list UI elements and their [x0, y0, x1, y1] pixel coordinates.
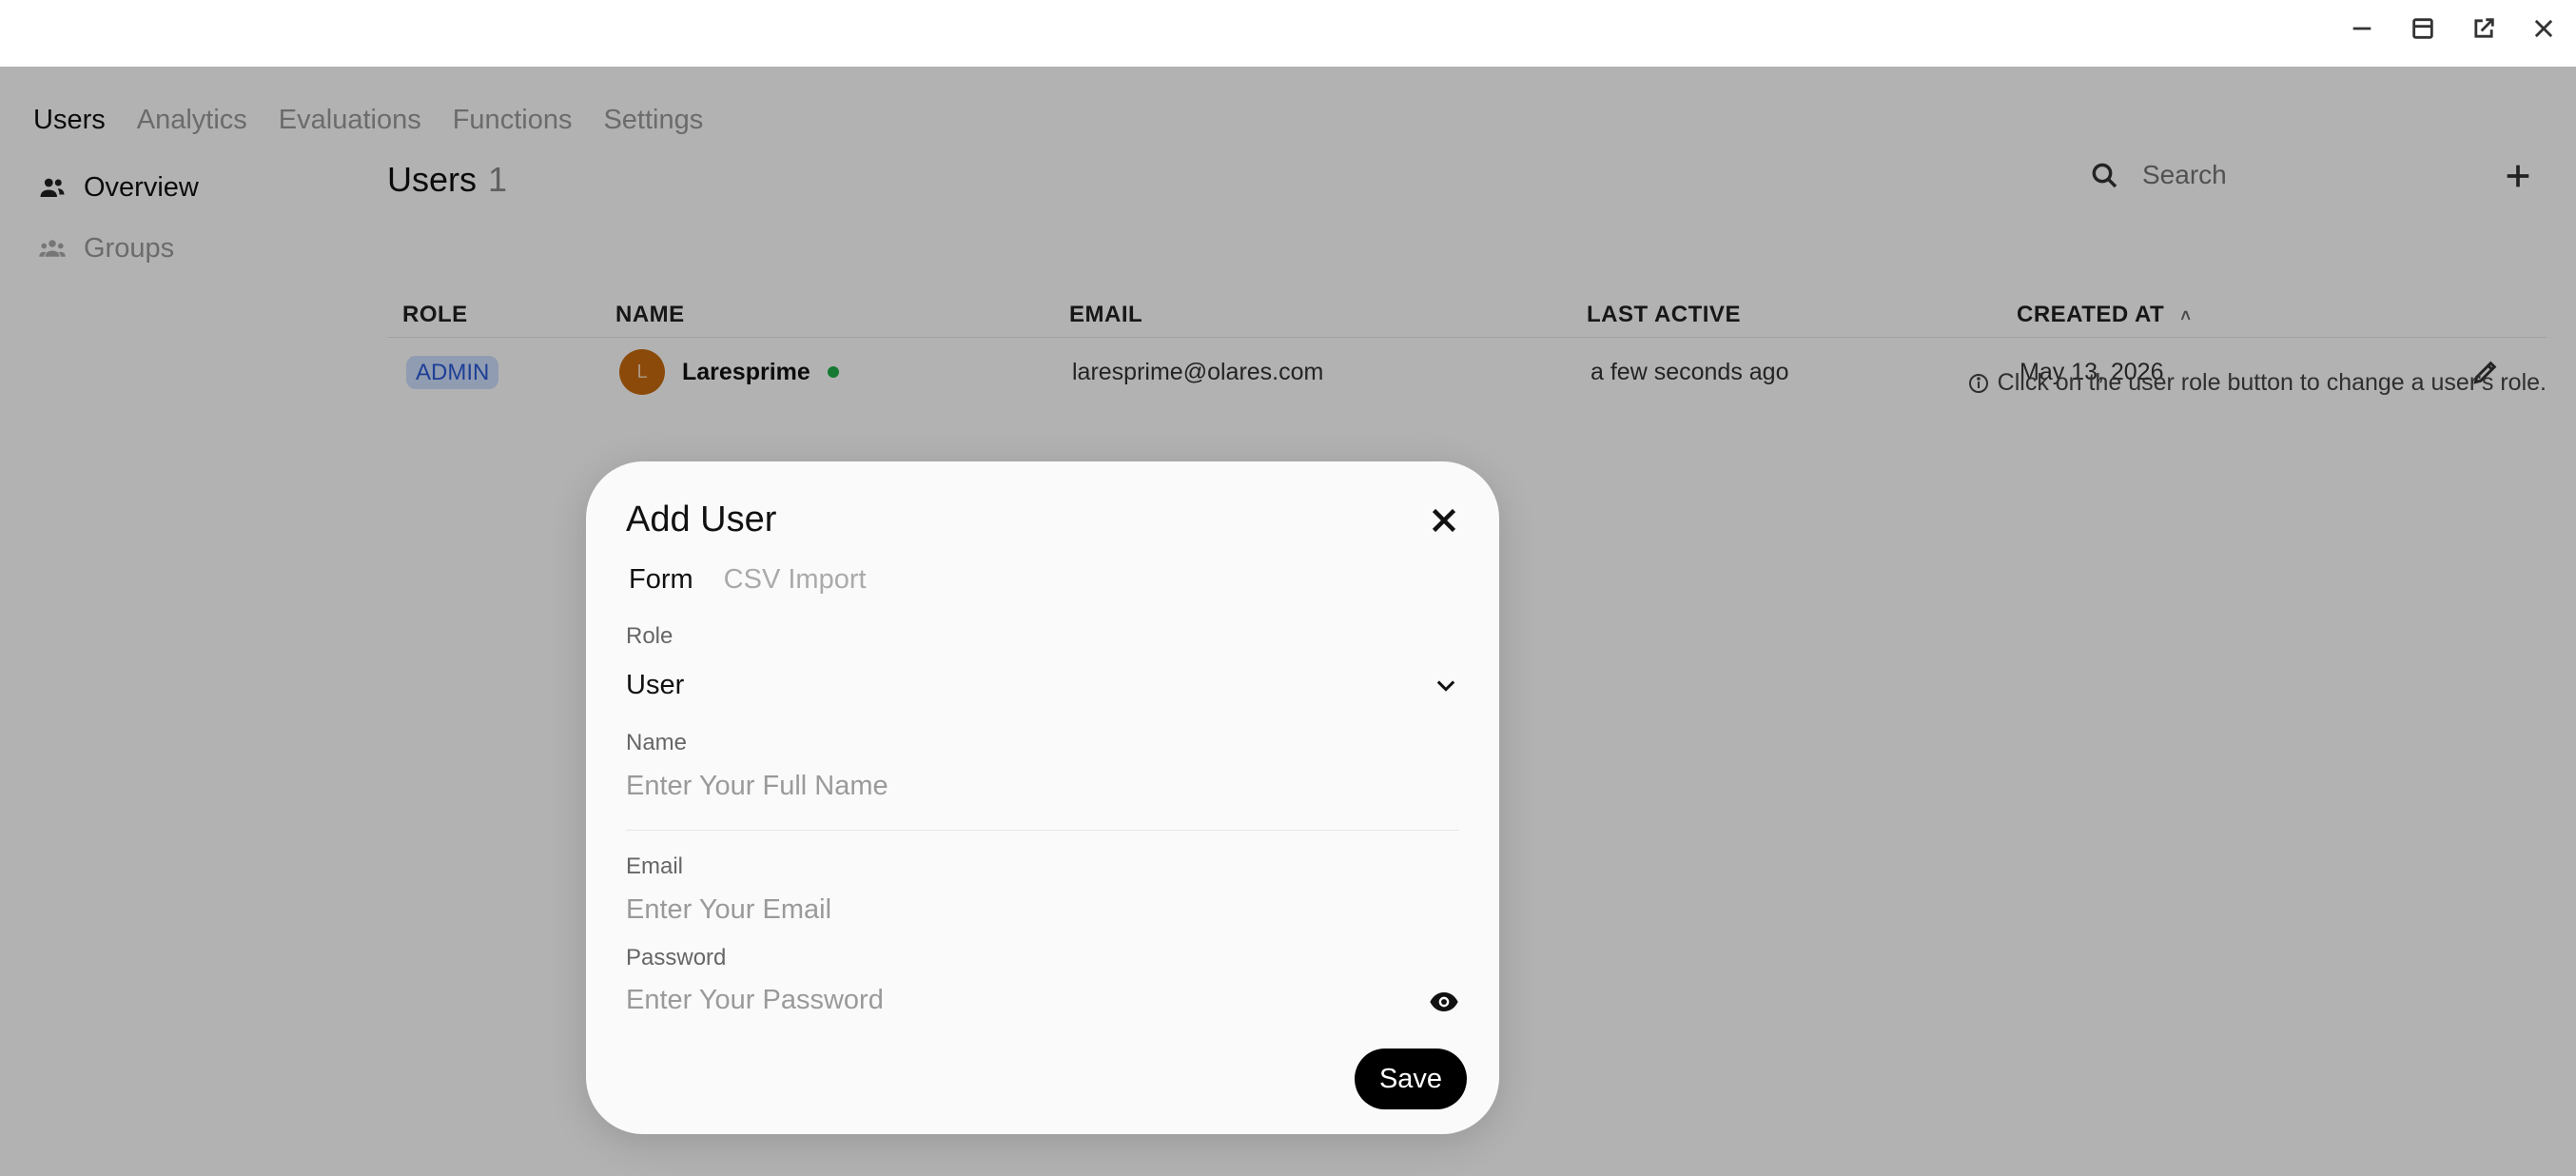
close-modal-button[interactable] — [1427, 503, 1461, 538]
show-password-button[interactable] — [1429, 987, 1459, 1017]
close-window-icon[interactable] — [2527, 11, 2561, 46]
close-icon — [1432, 508, 1456, 533]
layout-icon[interactable] — [2406, 11, 2440, 46]
open-external-icon[interactable] — [2467, 11, 2501, 46]
modal-tabs: Form CSV Import — [629, 564, 867, 596]
password-label: Password — [626, 945, 727, 970]
name-field[interactable] — [626, 771, 1459, 802]
password-field[interactable] — [626, 985, 1406, 1016]
eye-icon — [1430, 992, 1458, 1011]
modal-title: Add User — [626, 500, 777, 539]
tab-form[interactable]: Form — [629, 564, 693, 596]
role-select[interactable]: User — [626, 666, 1459, 704]
window-titlebar — [0, 0, 2576, 67]
email-label: Email — [626, 853, 684, 879]
add-user-modal: Add User Form CSV Import Role User Name … — [586, 461, 1499, 1134]
chevron-down-icon — [1436, 680, 1455, 692]
divider — [626, 830, 1459, 831]
name-label: Name — [626, 730, 688, 755]
role-select-value: User — [626, 669, 685, 700]
save-button[interactable]: Save — [1355, 1049, 1467, 1109]
minimize-icon[interactable] — [2345, 11, 2379, 46]
email-field[interactable] — [626, 894, 1459, 926]
tab-csv-import[interactable]: CSV Import — [724, 564, 867, 596]
role-label: Role — [626, 623, 673, 649]
